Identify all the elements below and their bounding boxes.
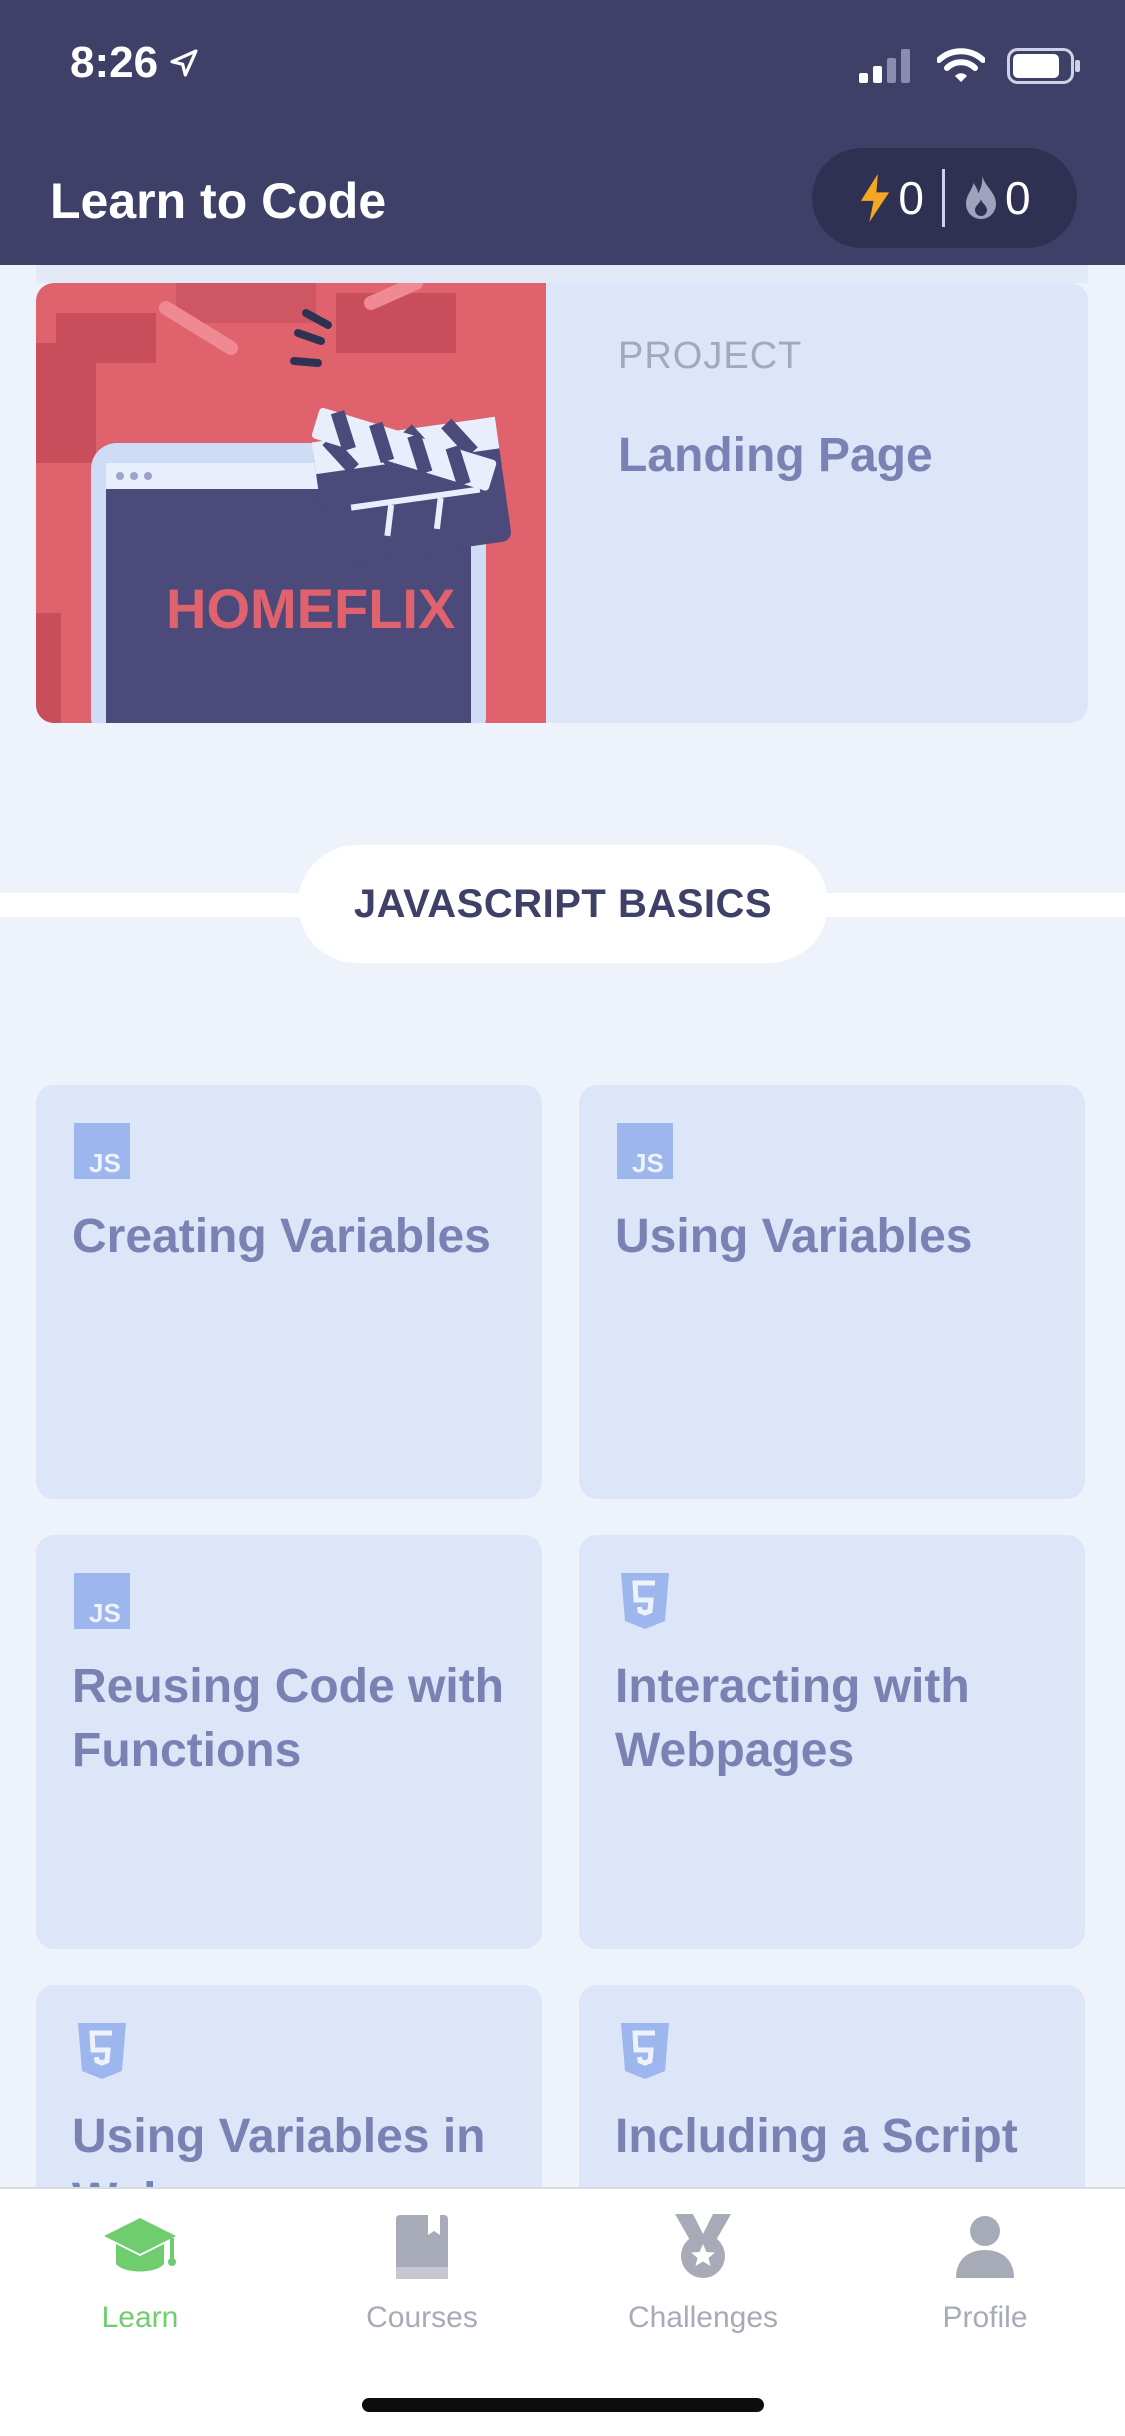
html5-icon [78,2023,126,2079]
lesson-title: Interacting with Webpages [615,1660,970,1777]
lesson-card-including-script[interactable]: Including a Script [579,1985,1085,2187]
bolt-stat: 0 [858,171,924,225]
flame-icon [966,175,996,219]
lesson-card-creating-variables[interactable]: JS Creating Variables [36,1085,542,1499]
page-title: Learn to Code [50,173,387,229]
tab-label: Profile [942,2301,1028,2334]
time-text: 8:26 [70,38,159,87]
status-time: 8:26 [70,38,200,88]
book-icon [396,2215,448,2279]
lesson-title: Using Variables in Web [72,2110,486,2187]
previous-card-edge [36,265,1088,283]
html5-icon [621,1573,669,1629]
tab-label: Challenges [627,2301,779,2334]
svg-text:JS: JS [89,1148,121,1178]
lesson-card-reusing-code[interactable]: JS Reusing Code with Functions [36,1535,542,1949]
js-icon: JS [617,1123,673,1179]
stats-pill[interactable]: 0 0 [812,148,1077,248]
tab-label: Learn [101,2301,179,2334]
medal-icon [675,2214,731,2278]
tab-profile[interactable]: Profile [885,2207,1085,2357]
home-indicator[interactable] [362,2398,764,2412]
homeflix-logo-text: HOMEFLIX [166,577,455,640]
streak-stat: 0 [963,171,1031,225]
location-arrow-icon [170,49,198,77]
project-tag: PROJECT [618,335,803,377]
html5-icon [621,2023,669,2079]
graduation-cap-icon [104,2218,176,2272]
project-card[interactable]: HOMEFLIX PROJECT Landing Page [36,283,1088,723]
homeflix-illustration: HOMEFLIX [36,283,546,723]
lesson-title: Creating Variables [72,1210,491,1263]
lesson-card-using-variables-web[interactable]: Using Variables in Web [36,1985,542,2187]
bolt-count: 0 [898,172,924,224]
tab-courses[interactable]: Courses [322,2207,522,2357]
project-title: Landing Page [618,429,933,482]
section-header: JAVASCRIPT BASICS [298,845,828,963]
wifi-icon [937,48,985,82]
battery-icon [1007,48,1080,84]
bolt-icon [861,174,890,222]
streak-count: 0 [1005,172,1031,224]
status-bar: 8:26 [0,0,1125,130]
lesson-title: Including a Script [615,2110,1018,2163]
tab-label: Courses [366,2301,478,2334]
js-icon: JS [74,1123,130,1179]
content-scroll[interactable]: HOMEFLIX PROJECT Landing Page JAVASCRIPT… [0,265,1125,2187]
lesson-title: Using Variables [615,1210,973,1263]
app-header: Learn to Code 0 0 [0,130,1125,265]
person-icon [956,2216,1014,2278]
lesson-title: Reusing Code with Functions [72,1660,504,1777]
svg-text:JS: JS [89,1598,121,1628]
svg-text:JS: JS [632,1148,664,1178]
lesson-card-using-variables[interactable]: JS Using Variables [579,1085,1085,1499]
js-icon: JS [74,1573,130,1629]
stats-divider [942,169,945,227]
lesson-card-interacting-webpages[interactable]: Interacting with Webpages [579,1535,1085,1949]
signal-icon [859,49,910,83]
tab-challenges[interactable]: Challenges [603,2207,803,2357]
tab-learn[interactable]: Learn [40,2207,240,2357]
